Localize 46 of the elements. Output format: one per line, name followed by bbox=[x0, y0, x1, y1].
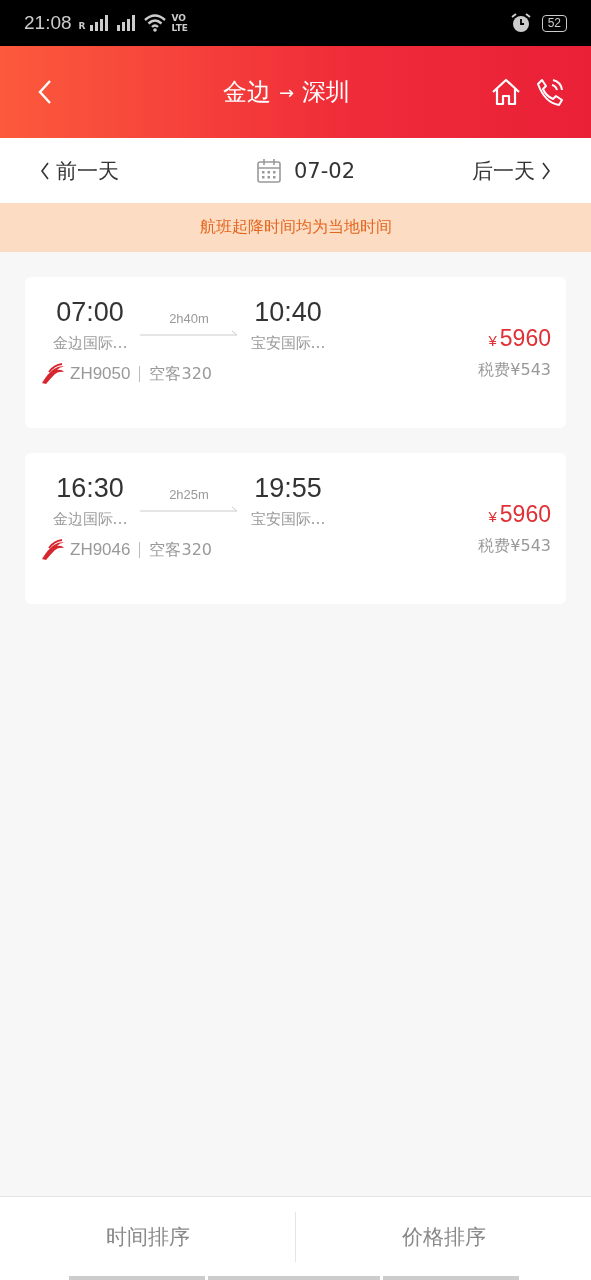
flight-number: ZH9046 bbox=[70, 540, 131, 560]
price: 5960 bbox=[499, 325, 551, 352]
arrival-time: 19:55 bbox=[254, 473, 322, 504]
price: 5960 bbox=[499, 501, 551, 528]
sort-button[interactable]: 价格排序 bbox=[296, 1197, 591, 1276]
previous-day-button[interactable]: 前一天 bbox=[40, 156, 119, 185]
arrival-airport: 宝安国际… bbox=[250, 334, 326, 353]
aircraft-type: 空客320 bbox=[149, 539, 213, 561]
currency-symbol: ¥ bbox=[488, 332, 497, 349]
calendar-icon bbox=[256, 157, 282, 184]
alarm-icon bbox=[510, 13, 531, 33]
flight-duration: 2h40m bbox=[169, 311, 209, 326]
flight-duration: 2h25m bbox=[169, 487, 209, 502]
tax-amount: 税费¥543 bbox=[478, 536, 551, 557]
bird-logo-icon bbox=[40, 539, 66, 561]
flight-card[interactable]: 16:30 金边国际… 2h25m 19:55 宝安国际… ZH9046 空客320 ¥5960 税费¥543 bbox=[25, 453, 566, 604]
notice-banner: 航班起降时间均为当地时间 bbox=[0, 203, 591, 252]
origin-city: 金边 bbox=[222, 77, 271, 108]
wifi-icon bbox=[144, 14, 167, 32]
back-icon[interactable] bbox=[38, 79, 52, 105]
status-time: 21:08 bbox=[24, 12, 72, 34]
route-arrow: → bbox=[278, 81, 295, 103]
sort-button[interactable]: 时间排序 bbox=[0, 1197, 295, 1276]
flight-number: ZH9050 bbox=[70, 364, 131, 384]
departure-airport: 金边国际… bbox=[52, 510, 128, 529]
chevron-right-icon bbox=[541, 161, 551, 180]
battery-icon: 52 bbox=[541, 14, 567, 32]
departure-time: 07:00 bbox=[56, 297, 124, 328]
chevron-left-icon bbox=[40, 161, 50, 180]
home-icon[interactable] bbox=[491, 77, 521, 107]
next-day-button[interactable]: 后一天 bbox=[472, 156, 551, 185]
arrival-time: 10:40 bbox=[254, 297, 322, 328]
currency-symbol: ¥ bbox=[488, 508, 497, 525]
aircraft-type: 空客320 bbox=[149, 363, 213, 385]
flight-card[interactable]: 07:00 金边国际… 2h40m 10:40 宝安国际… ZH9050 空客320 ¥5960 税费¥543 bbox=[25, 277, 566, 428]
destination-city: 深圳 bbox=[302, 77, 351, 108]
tax-amount: 税费¥543 bbox=[478, 360, 551, 381]
departure-airport: 金边国际… bbox=[52, 334, 128, 353]
date-picker[interactable]: 07-02 bbox=[256, 157, 355, 184]
bird-logo-icon bbox=[40, 363, 66, 385]
roaming-label: R bbox=[78, 21, 86, 31]
phone-icon[interactable] bbox=[535, 77, 565, 107]
departure-time: 16:30 bbox=[56, 473, 124, 504]
arrival-airport: 宝安国际… bbox=[250, 510, 326, 529]
volte-label: LTE bbox=[171, 23, 189, 33]
volte-label: VO bbox=[171, 13, 187, 23]
